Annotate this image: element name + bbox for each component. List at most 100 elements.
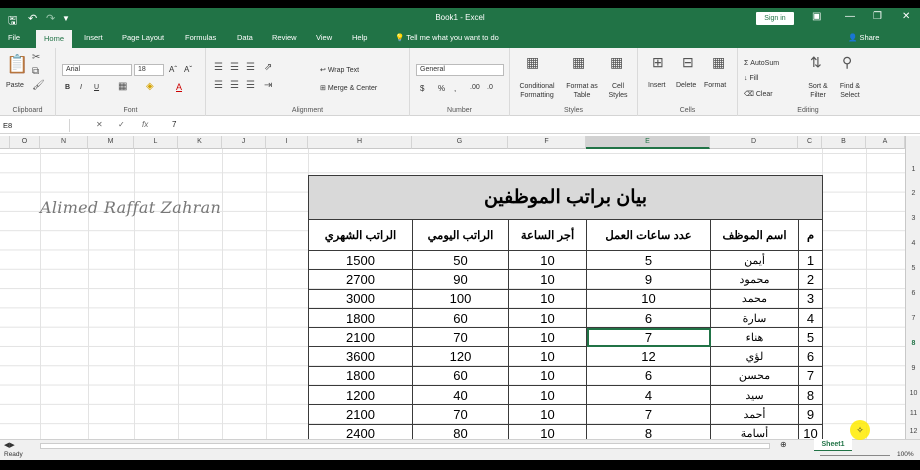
row-number[interactable]: 5 [906,265,920,272]
cell-name[interactable]: أيمن [710,249,799,271]
find-select-label[interactable]: Find & Select [834,82,866,100]
cell-name[interactable]: أحمد [710,404,799,425]
number-format-select[interactable]: General [416,64,504,76]
font-name-select[interactable]: Arial [62,64,132,76]
minimize-icon[interactable]: — [845,11,855,22]
header-cell[interactable]: عدد ساعات العمل [586,219,711,251]
cell-hourly-rate[interactable]: 10 [508,327,587,348]
paste-icon[interactable]: 📋 [6,54,28,75]
cell-number[interactable]: 1 [798,249,823,271]
tab-file[interactable]: File [8,33,20,42]
cut-icon[interactable]: ✂ [32,52,40,63]
cell-daily-salary[interactable]: 90 [412,269,509,290]
ribbon-display-icon[interactable]: ▣ [812,11,821,22]
cell-monthly-salary[interactable]: 2100 [308,404,413,425]
cell-number[interactable]: 4 [798,307,823,329]
clear-button[interactable]: ⌫ Clear [744,90,773,98]
cell-hourly-rate[interactable]: 10 [508,307,587,329]
row-number[interactable]: 7 [906,315,920,322]
column-header[interactable]: M [88,136,134,149]
align-middle-icon[interactable]: ☰ [230,62,239,73]
row-number[interactable]: 4 [906,240,920,247]
format-as-table-icon[interactable]: ▦ [572,54,585,71]
format-cells-label[interactable]: Format [704,82,726,89]
percent-button[interactable]: % [438,84,445,93]
share-button[interactable]: 👤 Share [848,33,879,42]
align-left-icon[interactable]: ☰ [214,80,223,91]
increase-font-icon[interactable]: Aˆ [169,65,177,74]
column-header-selected[interactable]: E [586,136,710,149]
column-header[interactable]: N [40,136,88,149]
row-number-selected[interactable]: 8 [906,340,920,347]
currency-button[interactable]: $ [420,84,424,93]
delete-cells-label[interactable]: Delete [676,82,696,89]
column-header[interactable]: C [798,136,822,149]
decrease-decimal-button[interactable]: .0 [487,84,493,91]
formula-input[interactable]: 7 [172,120,176,129]
row-number[interactable]: 9 [906,365,920,372]
cell-hours[interactable]: 9 [586,269,711,290]
insert-cells-label[interactable]: Insert [648,82,666,89]
cell-hourly-rate[interactable]: 10 [508,269,587,290]
cell-hours[interactable]: 12 [586,346,711,367]
cell-monthly-salary[interactable]: 1500 [308,249,413,271]
sort-filter-label[interactable]: Sort & Filter [804,82,832,100]
cell-name[interactable]: هناء [710,327,799,348]
tab-view[interactable]: View [316,33,332,42]
align-bottom-icon[interactable]: ☰ [246,62,255,73]
format-painter-icon[interactable]: 🖌 [32,80,45,91]
enter-icon[interactable]: ✓ [118,120,125,129]
header-cell[interactable]: الراتب اليومي [412,219,509,251]
cell-hours[interactable]: 5 [586,249,711,271]
format-as-table-label[interactable]: Format as Table [562,82,602,100]
cell-daily-salary[interactable]: 50 [412,249,509,271]
new-sheet-icon[interactable]: ⊕ [780,440,787,449]
format-cells-icon[interactable]: ▦ [712,54,725,71]
column-header[interactable]: A [866,136,905,149]
cell-hourly-rate[interactable]: 10 [508,346,587,367]
zoom-level[interactable]: 100% [897,451,914,458]
cell-monthly-salary[interactable]: 1800 [308,307,413,329]
cell-styles-icon[interactable]: ▦ [610,54,623,71]
cell-hourly-rate[interactable]: 10 [508,249,587,271]
table-title[interactable]: بيان براتب الموظفين [308,175,823,220]
column-header[interactable]: O [10,136,40,149]
cell-daily-salary[interactable]: 40 [412,385,509,406]
name-box[interactable]: E8 [0,119,70,132]
conditional-formatting-label[interactable]: Conditional Formatting [514,82,560,100]
row-number[interactable]: 1 [906,166,920,173]
cell-daily-salary[interactable]: 100 [412,288,509,309]
header-cell[interactable]: أجر الساعة [508,219,587,251]
cell-daily-salary[interactable]: 60 [412,365,509,387]
increase-decimal-button[interactable]: .00 [470,84,480,91]
tab-home[interactable]: Home [36,30,73,48]
copy-icon[interactable]: ⧉ [32,66,39,77]
bold-button[interactable]: B [65,84,70,91]
cell-monthly-salary[interactable]: 3600 [308,346,413,367]
cell-hourly-rate[interactable]: 10 [508,365,587,387]
align-center-icon[interactable]: ☰ [230,80,239,91]
cell-number[interactable]: 3 [798,288,823,309]
delete-cells-icon[interactable]: ⊟ [682,54,694,71]
column-header[interactable]: I [266,136,308,149]
font-size-select[interactable]: 18 [134,64,164,76]
cell-name[interactable]: محسن [710,365,799,387]
row-number[interactable]: 12 [906,428,920,435]
cell-hours[interactable]: 6 [586,365,711,387]
sort-filter-icon[interactable]: ⇅ [810,54,822,71]
cell-name[interactable]: سيد [710,385,799,406]
column-header[interactable]: K [178,136,222,149]
cell-hours[interactable]: 6 [586,307,711,329]
tab-help[interactable]: Help [352,33,367,42]
find-select-icon[interactable]: ⚲ [842,54,852,71]
cell-name[interactable]: لؤي [710,346,799,367]
orientation-icon[interactable]: ⇗ [264,62,272,73]
tab-page-layout[interactable]: Page Layout [122,33,164,42]
column-header[interactable]: G [412,136,508,149]
align-top-icon[interactable]: ☰ [214,62,223,73]
cell-monthly-salary[interactable]: 3000 [308,288,413,309]
sign-in-button[interactable]: Sign in [756,12,794,25]
column-header[interactable]: L [134,136,178,149]
align-right-icon[interactable]: ☰ [246,80,255,91]
restore-icon[interactable]: ❐ [873,11,882,22]
